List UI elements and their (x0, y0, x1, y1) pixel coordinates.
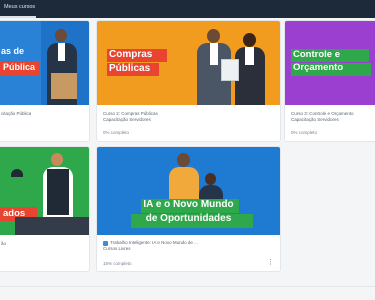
top-navigation-bar: Meus cursos (0, 0, 375, 18)
course-card-2[interactable]: Compras Públicas Curso 2: Compras Públic… (96, 20, 281, 142)
course-info: Curso 3: Controle e Orçamento Capacitaçã… (291, 111, 373, 124)
desk (15, 217, 89, 235)
woman-head (177, 153, 190, 167)
vertical-dots-icon[interactable]: ⋮ (267, 259, 274, 266)
banner-title-line-2: Pública (3, 62, 36, 72)
section-divider (0, 286, 375, 287)
man-shirt (210, 43, 218, 65)
banner-title-line-1: Compras (109, 49, 153, 60)
course-progress: 0% completo (103, 130, 130, 135)
banner-title-line-1: Controle e (293, 49, 340, 60)
banner-title: as de (1, 46, 25, 56)
course-banner: Compras Públicas (97, 21, 280, 105)
banner-title: Controle e Orçamento (293, 50, 343, 73)
banner-title-line-2: de Oportunidades (145, 212, 232, 224)
banner-title-line-1: IA e o Novo Mundo (143, 199, 234, 210)
course-banner: as de Pública (0, 21, 89, 105)
course-title[interactable]: ão (1, 241, 83, 247)
banner-title-line-2: Públicas (109, 62, 151, 74)
course-progress: 15% completo (103, 261, 132, 266)
tab-my-courses[interactable]: Meus cursos (4, 4, 35, 10)
banner-title: Compras Públicas (109, 49, 153, 74)
course-progress: 0% completo (291, 130, 318, 135)
book-icon (103, 240, 108, 246)
banner-title-text: Pública (3, 62, 36, 72)
course-info: Trabalho Inteligente: IA e Novo Mundo de… (103, 240, 274, 253)
person-head (51, 153, 63, 166)
course-banner: ados (0, 147, 89, 235)
course-card-1[interactable]: as de Pública citação Pública ⋮ (0, 20, 90, 142)
woman-head (243, 33, 256, 47)
lamp-icon (11, 169, 23, 177)
shirt (58, 43, 65, 61)
person-head (55, 29, 67, 42)
woman-body (169, 167, 199, 199)
course-category: Capacitação Servidores (103, 117, 151, 123)
active-tab-indicator (0, 16, 36, 18)
man-head (207, 29, 220, 43)
document (221, 59, 239, 81)
course-card-4[interactable]: ados ão (0, 146, 90, 272)
course-category: Capacitação Servidores (291, 117, 339, 123)
course-category: Cursos Livres (103, 246, 131, 252)
woman-shirt (245, 47, 254, 65)
course-info: Curso 2: Compras Públicas Capacitação Se… (103, 111, 274, 124)
banner-title: IA e o Novo Mundo de Oportunidades (97, 199, 280, 224)
course-card-5[interactable]: IA e o Novo Mundo de Oportunidades Traba… (96, 146, 281, 272)
course-banner: IA e o Novo Mundo de Oportunidades (97, 147, 280, 235)
man-head (205, 173, 216, 185)
banner-title-line-1: as de (1, 46, 25, 56)
man-body (199, 185, 223, 199)
course-banner: Controle e Orçamento (285, 21, 375, 105)
document-board (51, 73, 77, 99)
course-card-3[interactable]: Controle e Orçamento Curso 3: Controle e… (284, 20, 375, 142)
course-title[interactable]: citação Pública (1, 111, 83, 117)
banner-title-line-2: Orçamento (293, 61, 344, 73)
vest (47, 169, 69, 215)
